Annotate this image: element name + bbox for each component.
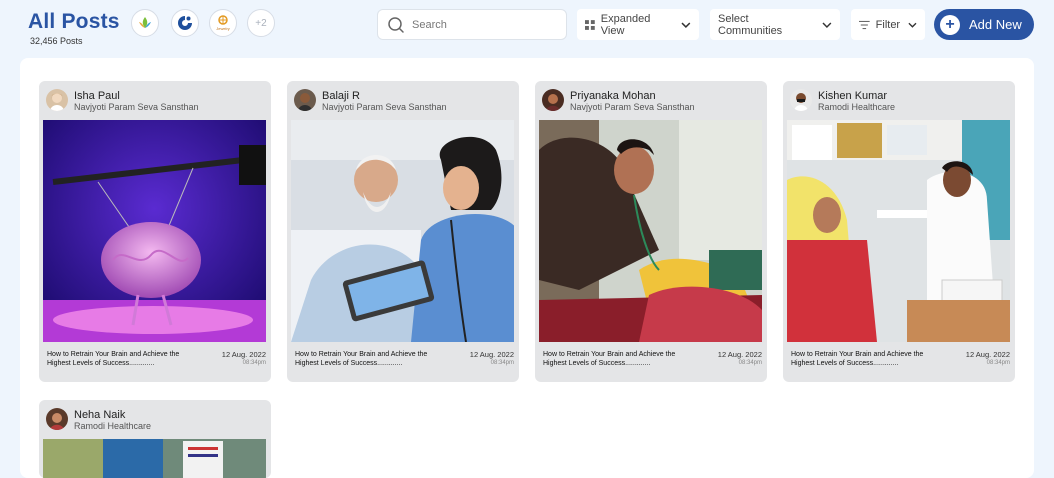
chevron-down-icon bbox=[681, 22, 691, 28]
post-author[interactable]: Balaji R bbox=[322, 90, 360, 102]
post-time: 08:34pm bbox=[738, 360, 762, 366]
post-card[interactable]: Isha Paul Navjyoti Param Seva Sansthan H… bbox=[39, 81, 271, 382]
post-time: 08:34pm bbox=[242, 360, 266, 366]
avatar bbox=[542, 89, 564, 111]
search-placeholder: Search bbox=[412, 18, 447, 31]
add-new-label: Add New bbox=[969, 17, 1022, 32]
avatar bbox=[46, 408, 68, 430]
swirl-icon bbox=[178, 16, 192, 30]
post-card[interactable]: Neha Naik Ramodi Healthcare bbox=[39, 400, 271, 478]
post-caption: How to Retrain Your Brain and Achieve th… bbox=[791, 351, 924, 367]
post-time: 08:34pm bbox=[986, 360, 1010, 366]
filter-label: Filter bbox=[875, 18, 901, 31]
post-date: 12 Aug. 2022 bbox=[965, 350, 1010, 359]
avatar bbox=[294, 89, 316, 111]
view-dropdown-label: Expanded View bbox=[600, 12, 651, 37]
post-author[interactable]: Kishen Kumar bbox=[818, 90, 887, 102]
post-time: 08:34pm bbox=[490, 360, 514, 366]
post-organization: Navjyoti Param Seva Sansthan bbox=[74, 102, 199, 112]
filter-icon bbox=[859, 20, 870, 29]
post-author[interactable]: Priyanaka Mohan bbox=[570, 90, 656, 102]
chevron-down-icon bbox=[822, 22, 832, 28]
page-title: All Posts bbox=[28, 10, 120, 33]
community-filter-jewelry[interactable]: Jewelry bbox=[209, 9, 237, 37]
posts-panel: Isha Paul Navjyoti Param Seva Sansthan H… bbox=[20, 58, 1034, 478]
post-date: 12 Aug. 2022 bbox=[221, 350, 266, 359]
post-author[interactable]: Isha Paul bbox=[74, 90, 120, 102]
avatar bbox=[790, 89, 812, 111]
post-date: 12 Aug. 2022 bbox=[717, 350, 762, 359]
post-organization: Ramodi Healthcare bbox=[74, 421, 152, 431]
clinic-room-photo[interactable] bbox=[43, 439, 266, 478]
lotus-icon bbox=[139, 17, 151, 28]
top-bar: All Posts 32,456 Posts Jewelry +2 Search bbox=[0, 0, 1054, 56]
plus-icon: + bbox=[940, 14, 960, 35]
community-more-button[interactable]: +2 bbox=[247, 9, 275, 37]
add-new-button[interactable]: + Add New bbox=[934, 9, 1034, 40]
jewelry-logo-text: Jewelry bbox=[216, 26, 230, 31]
clinic-checkup-photo[interactable] bbox=[787, 120, 1010, 342]
community-filter-swirl[interactable] bbox=[171, 9, 199, 37]
grid-icon bbox=[585, 19, 595, 30]
brain-lab-photo[interactable] bbox=[43, 120, 266, 342]
post-organization: Navjyoti Param Seva Sansthan bbox=[570, 102, 695, 112]
post-organization: Navjyoti Param Seva Sansthan bbox=[322, 102, 447, 112]
post-card[interactable]: Kishen Kumar Ramodi Healthcare How to Re… bbox=[783, 81, 1015, 382]
filter-dropdown[interactable]: Filter bbox=[851, 9, 925, 40]
post-date: 12 Aug. 2022 bbox=[469, 350, 514, 359]
post-card[interactable]: Balaji R Navjyoti Param Seva Sansthan Ho… bbox=[287, 81, 519, 382]
post-organization: Ramodi Healthcare bbox=[818, 102, 896, 112]
post-author[interactable]: Neha Naik bbox=[74, 409, 125, 421]
jewelry-icon: Jewelry bbox=[216, 15, 230, 31]
post-caption: How to Retrain Your Brain and Achieve th… bbox=[295, 351, 428, 367]
search-field[interactable]: Search bbox=[377, 9, 567, 40]
communities-dropdown[interactable]: Select Communities bbox=[710, 9, 840, 40]
communities-dropdown-label: Select Communities bbox=[718, 12, 783, 37]
chevron-down-icon bbox=[908, 22, 917, 28]
nurse-patient-tablet-photo[interactable] bbox=[291, 120, 514, 342]
post-caption: How to Retrain Your Brain and Achieve th… bbox=[543, 351, 676, 367]
post-caption: How to Retrain Your Brain and Achieve th… bbox=[47, 351, 180, 367]
avatar bbox=[46, 89, 68, 111]
doctor-stethoscope-photo[interactable] bbox=[539, 120, 762, 342]
view-dropdown[interactable]: Expanded View bbox=[577, 9, 699, 40]
community-filter-lotus[interactable] bbox=[131, 9, 159, 37]
post-count: 32,456 Posts bbox=[30, 36, 83, 46]
search-icon bbox=[388, 16, 404, 33]
post-card[interactable]: Priyanaka Mohan Navjyoti Param Seva Sans… bbox=[535, 81, 767, 382]
